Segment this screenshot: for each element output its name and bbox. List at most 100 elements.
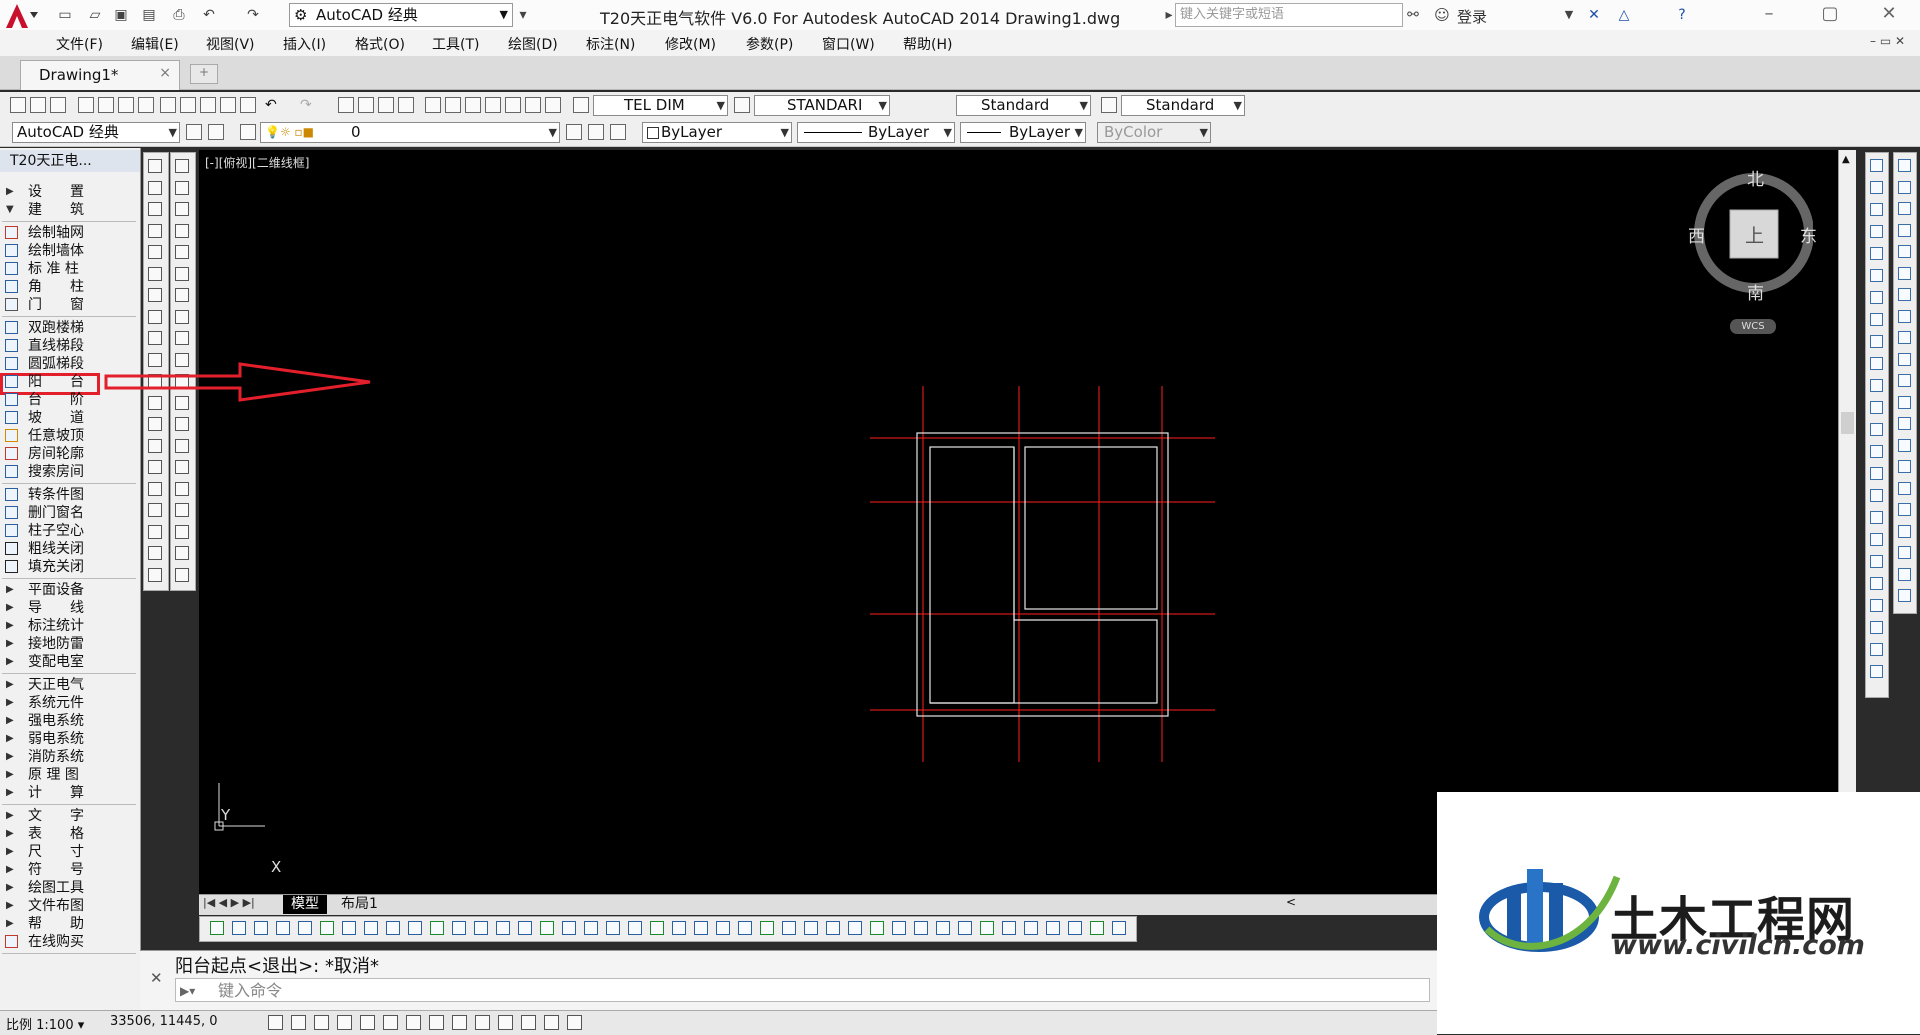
- pan-icon[interactable]: [338, 97, 354, 113]
- command-close-icon[interactable]: ✕: [150, 969, 163, 987]
- menu-parameters[interactable]: 参数(P): [746, 34, 793, 54]
- tab-close-icon[interactable]: ×: [159, 65, 171, 81]
- modify-tool-icon[interactable]: [1898, 589, 1911, 602]
- status-tool-icon[interactable]: [606, 921, 620, 935]
- lineweight-dropdown[interactable]: ByLayer ▼: [960, 122, 1086, 143]
- panel-item-3-1[interactable]: 删门窗名: [0, 504, 138, 522]
- status-tool-icon[interactable]: [342, 921, 356, 935]
- open-file-icon[interactable]: ▱: [86, 6, 104, 24]
- status-tool-icon[interactable]: [452, 921, 466, 935]
- cut-icon[interactable]: [160, 97, 176, 113]
- status-tool-icon[interactable]: [254, 921, 268, 935]
- modify-tool-icon[interactable]: [1898, 352, 1911, 366]
- panel-item-2-4[interactable]: 台 阶: [0, 391, 138, 409]
- panel-item-4-0[interactable]: ▶ 平面设备: [0, 581, 138, 599]
- modify-tool-icon[interactable]: [1870, 445, 1883, 458]
- status-tool-icon[interactable]: [496, 921, 510, 935]
- status-tool-icon[interactable]: [804, 921, 818, 935]
- panel-item-6-0[interactable]: ▶ 文 字: [0, 807, 138, 825]
- modify-tool-icon[interactable]: [1870, 203, 1883, 216]
- panel-item-3-0[interactable]: 转条件图: [0, 486, 138, 504]
- menu-draw[interactable]: 绘图(D): [508, 34, 558, 54]
- layer-states-icon[interactable]: [610, 124, 626, 140]
- status-tool-icon[interactable]: [276, 921, 290, 935]
- panel-item-1-1[interactable]: 绘制墙体: [0, 242, 138, 260]
- menu-help[interactable]: 帮助(H): [903, 34, 952, 54]
- modify-tool-icon[interactable]: [1870, 665, 1883, 678]
- zoom-realtime-icon[interactable]: [358, 97, 374, 113]
- new-tab-button[interactable]: +: [190, 64, 218, 84]
- drafting-toggle-icon[interactable]: [475, 1015, 490, 1030]
- modify-tool-icon[interactable]: [1870, 533, 1883, 546]
- paste-icon[interactable]: [200, 97, 216, 113]
- status-tool-icon[interactable]: [408, 921, 422, 935]
- draw-tool-icon[interactable]: [175, 331, 189, 345]
- status-tool-icon[interactable]: [738, 921, 752, 935]
- viewcube[interactable]: 北 南 东 西 上: [1683, 163, 1817, 308]
- tab-layout1[interactable]: 布局1: [333, 895, 386, 914]
- panel-item-2-3[interactable]: 阳 台: [0, 373, 138, 391]
- quickcalc-icon[interactable]: [525, 97, 541, 113]
- panel-item-4-2[interactable]: ▶ 标注统计: [0, 617, 138, 635]
- workspace-dropdown-2[interactable]: AutoCAD 经典 ▼: [12, 122, 180, 143]
- panel-item-2-6[interactable]: 任意坡顶: [0, 427, 138, 445]
- modify-tool-icon[interactable]: [1898, 180, 1911, 194]
- modify-tool-icon[interactable]: [1870, 577, 1883, 590]
- table-style-dropdown[interactable]: Standard ▼: [956, 95, 1091, 116]
- modify-tool-icon[interactable]: [1898, 524, 1911, 538]
- modify-tool-icon[interactable]: [1898, 546, 1911, 559]
- status-tool-icon[interactable]: [474, 921, 488, 935]
- status-tool-icon[interactable]: [298, 921, 312, 935]
- draw-tool-icon[interactable]: [175, 524, 189, 539]
- drafting-toggle-icon[interactable]: [360, 1015, 375, 1030]
- status-tool-icon[interactable]: [892, 921, 906, 935]
- command-input[interactable]: ▶▾ 键入命令: [175, 978, 1430, 1002]
- panel-item-2-2[interactable]: 圆弧梯段: [0, 355, 138, 373]
- menu-view[interactable]: 视图(V): [206, 34, 255, 54]
- panel-item-6-4[interactable]: ▶ 绘图工具: [0, 879, 138, 897]
- panel-item-4-3[interactable]: ▶ 接地防雷: [0, 635, 138, 653]
- panel-item-0-1[interactable]: ▼ 建 筑: [0, 201, 138, 219]
- viewcube-north[interactable]: 北: [1747, 165, 1764, 190]
- modify-tool-icon[interactable]: [1870, 599, 1883, 612]
- hscroll-left-icon[interactable]: <: [1286, 895, 1296, 909]
- user-icon[interactable]: ☺: [1433, 6, 1451, 24]
- panel-item-2-8[interactable]: 搜索房间: [0, 463, 138, 481]
- exchange-icon[interactable]: ✕: [1585, 6, 1603, 24]
- draw-tool-icon[interactable]: [148, 245, 162, 259]
- maximize-button[interactable]: ▢: [1807, 0, 1853, 30]
- panel-item-0-0[interactable]: ▶ 设 置: [0, 183, 138, 201]
- draw-tool-icon[interactable]: [148, 309, 162, 324]
- status-tool-icon[interactable]: [518, 921, 532, 935]
- open-icon[interactable]: [30, 97, 46, 113]
- status-tool-icon[interactable]: [672, 921, 686, 935]
- autodesk-360-icon[interactable]: △: [1615, 6, 1633, 24]
- status-tool-icon[interactable]: [1024, 921, 1038, 935]
- status-tool-icon[interactable]: [1068, 921, 1082, 935]
- dim-style-dropdown[interactable]: STANDARI ▼: [754, 95, 890, 116]
- modify-tool-icon[interactable]: [1870, 511, 1883, 524]
- modify-tool-icon[interactable]: [1870, 313, 1883, 326]
- status-tool-icon[interactable]: [716, 921, 730, 935]
- copy-icon[interactable]: [180, 97, 196, 113]
- viewcube-top-face[interactable]: 上: [1745, 221, 1764, 248]
- panel-item-4-4[interactable]: ▶ 变配电室: [0, 653, 138, 671]
- draw-tool-icon[interactable]: [175, 309, 189, 324]
- drafting-toggle-icon[interactable]: [383, 1015, 398, 1030]
- status-tool-icon[interactable]: [980, 921, 994, 935]
- workspace-dropdown[interactable]: ⚙ AutoCAD 经典 ▼: [289, 3, 513, 27]
- panel-item-5-5[interactable]: ▶ 原 理 图: [0, 766, 138, 784]
- workspace-settings-icon[interactable]: [186, 124, 202, 140]
- 3d-print-icon[interactable]: [138, 97, 154, 113]
- panel-item-3-3[interactable]: 粗线关闭: [0, 540, 138, 558]
- status-tool-icon[interactable]: [1046, 921, 1060, 935]
- redo-icon[interactable]: ↷: [244, 6, 262, 24]
- panel-item-2-1[interactable]: 直线梯段: [0, 337, 138, 355]
- command-prompt-icon[interactable]: ▶▾: [180, 979, 195, 1003]
- vertical-scrollbar[interactable]: ▲: [1838, 150, 1856, 894]
- draw-tool-icon[interactable]: [148, 266, 162, 281]
- undo-icon[interactable]: ↶: [200, 6, 218, 24]
- status-tool-icon[interactable]: [540, 921, 554, 935]
- scale-dropdown[interactable]: 比例 1:100 ▾: [6, 1014, 84, 1033]
- draw-tool-icon[interactable]: [148, 331, 162, 345]
